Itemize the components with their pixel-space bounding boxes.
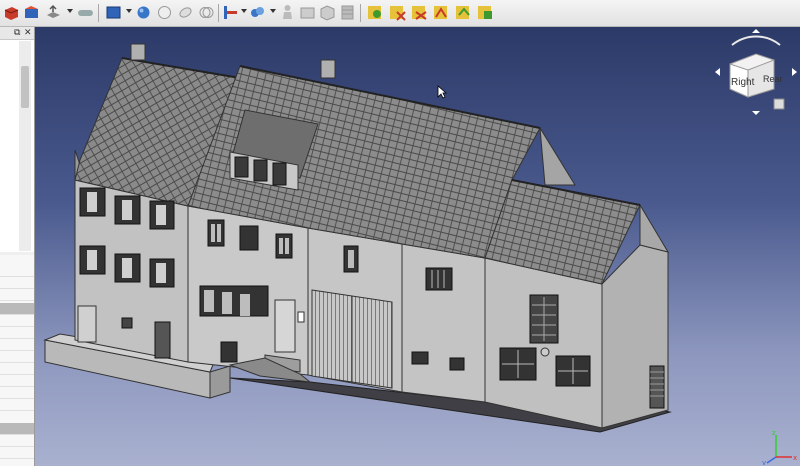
extrude-icon[interactable] <box>44 3 63 22</box>
person-icon[interactable] <box>278 3 297 22</box>
link-icon[interactable] <box>248 3 267 22</box>
scrollbar-thumb[interactable] <box>21 66 29 108</box>
tree-view[interactable]: ⧉ ✕ <box>0 27 34 252</box>
section-icon[interactable] <box>388 3 407 22</box>
union-icon[interactable] <box>432 3 451 22</box>
close-icon[interactable]: ✕ <box>24 27 32 39</box>
box-icon[interactable] <box>298 3 317 22</box>
svg-text:z: z <box>772 429 776 437</box>
cylinder-icon[interactable] <box>155 3 174 22</box>
view-menu-icon[interactable] <box>104 3 123 22</box>
cone-icon[interactable] <box>176 3 195 22</box>
arrow-left-icon[interactable] <box>715 68 720 76</box>
check-geometry-icon[interactable] <box>366 3 385 22</box>
boolean-icon[interactable] <box>410 3 429 22</box>
navigation-cube[interactable]: Right Rear <box>712 27 800 117</box>
sphere-icon[interactable] <box>134 3 153 22</box>
left-panel: ⧉ ✕ <box>0 27 35 466</box>
part-cylinder-icon[interactable] <box>22 3 41 22</box>
main-toolbar <box>0 0 800 27</box>
navcube-face-rear[interactable]: Rear <box>763 74 783 84</box>
svg-text:y: y <box>762 459 766 465</box>
part-box-icon[interactable] <box>2 3 21 22</box>
fillet-icon[interactable] <box>76 3 95 22</box>
svg-text:x: x <box>793 454 797 462</box>
property-view[interactable] <box>0 255 34 466</box>
view-menu-cube-icon[interactable] <box>773 98 785 110</box>
tree-scrollbar[interactable] <box>19 41 31 251</box>
measure-icon[interactable] <box>221 3 240 22</box>
cube-icon[interactable] <box>318 3 337 22</box>
navcube-face-right[interactable]: Right <box>731 77 755 88</box>
tube-icon[interactable] <box>338 3 357 22</box>
arrow-right-icon[interactable] <box>792 68 797 76</box>
refine-icon[interactable] <box>476 3 495 22</box>
torus-icon[interactable] <box>197 3 216 22</box>
chevron-down-icon[interactable] <box>67 9 73 13</box>
3d-viewport[interactable]: Right Rear z x y <box>35 27 800 466</box>
orbit-ring-icon[interactable] <box>731 35 781 46</box>
panel-header: ⧉ ✕ <box>0 27 34 40</box>
arrow-up-icon[interactable] <box>752 29 760 33</box>
mouse-cursor-icon <box>437 85 447 99</box>
float-icon[interactable]: ⧉ <box>14 27 20 39</box>
axis-cross-icon: z x y <box>762 429 797 465</box>
cut-icon[interactable] <box>454 3 473 22</box>
3d-house-model[interactable] <box>35 27 800 466</box>
arrow-down-icon[interactable] <box>752 111 760 115</box>
